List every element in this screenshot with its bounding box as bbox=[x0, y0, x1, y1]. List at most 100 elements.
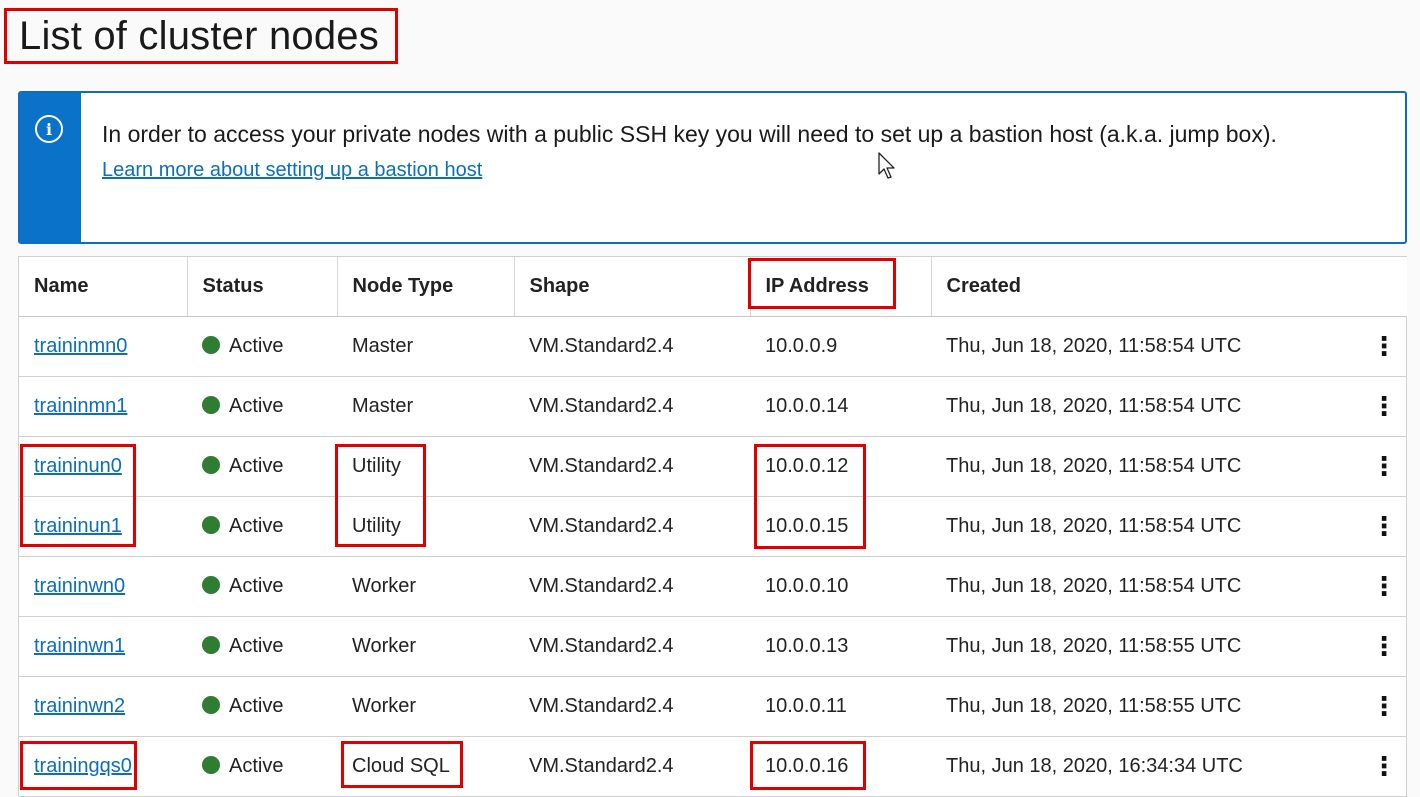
info-icon: i bbox=[35, 115, 63, 143]
cell-name: traininwn2 bbox=[19, 676, 187, 737]
kebab-menu-icon[interactable]: ⋮ bbox=[1371, 691, 1397, 721]
cell-ip-address: 10.0.0.13 bbox=[750, 616, 931, 677]
status-label: Active bbox=[229, 635, 284, 657]
cell-shape: VM.Standard2.4 bbox=[514, 616, 750, 677]
cell-shape: VM.Standard2.4 bbox=[514, 676, 750, 737]
row-actions-cell: ⋮ bbox=[1361, 316, 1408, 377]
kebab-menu-icon[interactable]: ⋮ bbox=[1371, 751, 1397, 781]
cell-created: Thu, Jun 18, 2020, 11:58:54 UTC bbox=[931, 496, 1361, 557]
column-header-ip-address[interactable]: IP Address bbox=[750, 257, 932, 317]
status-label: Active bbox=[229, 695, 284, 717]
node-name-link[interactable]: traininun0 bbox=[34, 455, 122, 477]
table-row: traininmn0 Active Master VM.Standard2.4 10.0… bbox=[19, 316, 1408, 377]
status-label: Active bbox=[229, 575, 284, 597]
cell-node-type: Worker bbox=[337, 556, 514, 617]
table-row: traininwn2 Active Worker VM.Standard2.4 10.0… bbox=[19, 676, 1408, 737]
table-row: trainingqs0 Active Cloud SQL VM.Standard2.4… bbox=[19, 736, 1408, 797]
table-row: traininwn1 Active Worker VM.Standard2.4 10.0… bbox=[19, 616, 1408, 677]
cell-node-type: Worker bbox=[337, 616, 514, 677]
status-label: Active bbox=[229, 755, 284, 777]
row-actions-cell: ⋮ bbox=[1361, 436, 1408, 497]
notice-body: In order to access your private nodes wi… bbox=[81, 93, 1405, 242]
column-header-shape[interactable]: Shape bbox=[514, 257, 751, 317]
mouse-cursor-icon bbox=[878, 152, 895, 179]
row-actions-cell: ⋮ bbox=[1361, 376, 1408, 437]
cell-shape: VM.Standard2.4 bbox=[514, 556, 750, 617]
kebab-menu-icon[interactable]: ⋮ bbox=[1371, 511, 1397, 541]
row-actions-cell: ⋮ bbox=[1361, 736, 1408, 797]
cell-name: traininmn1 bbox=[19, 376, 187, 437]
cell-status: Active bbox=[187, 616, 337, 677]
cell-created: Thu, Jun 18, 2020, 11:58:55 UTC bbox=[931, 676, 1361, 737]
cell-shape: VM.Standard2.4 bbox=[514, 436, 750, 497]
status-label: Active bbox=[229, 395, 284, 417]
cell-name: traininun0 bbox=[19, 436, 187, 497]
node-name-link[interactable]: traininwn2 bbox=[34, 695, 125, 717]
table-header-row: Name Status Node Type Shape IP Address C… bbox=[19, 257, 1408, 317]
row-actions-cell: ⋮ bbox=[1361, 616, 1408, 677]
status-label: Active bbox=[229, 515, 284, 537]
kebab-menu-icon[interactable]: ⋮ bbox=[1371, 571, 1397, 601]
cell-status: Active bbox=[187, 316, 337, 377]
status-label: Active bbox=[229, 335, 284, 357]
status-dot-icon bbox=[202, 336, 220, 354]
cell-created: Thu, Jun 18, 2020, 11:58:54 UTC bbox=[931, 556, 1361, 617]
cell-created: Thu, Jun 18, 2020, 11:58:54 UTC bbox=[931, 316, 1361, 377]
cell-ip-address: 10.0.0.14 bbox=[750, 376, 931, 437]
cell-ip-address: 10.0.0.11 bbox=[750, 676, 931, 737]
cell-name: traininun1 bbox=[19, 496, 187, 557]
node-name-link[interactable]: traininun1 bbox=[34, 515, 122, 537]
node-name-link[interactable]: trainingqs0 bbox=[34, 755, 132, 777]
status-dot-icon bbox=[202, 696, 220, 714]
column-header-status[interactable]: Status bbox=[187, 257, 338, 317]
cell-ip-address: 10.0.0.15 bbox=[750, 496, 931, 557]
status-dot-icon bbox=[202, 396, 220, 414]
bastion-notice: i In order to access your private nodes … bbox=[18, 91, 1407, 244]
notice-text: In order to access your private nodes wi… bbox=[102, 121, 1277, 147]
cell-ip-address: 10.0.0.12 bbox=[750, 436, 931, 497]
row-actions-cell: ⋮ bbox=[1361, 496, 1408, 557]
cell-node-type: Master bbox=[337, 316, 514, 377]
page-title-highlight: List of cluster nodes bbox=[4, 8, 398, 64]
kebab-menu-icon[interactable]: ⋮ bbox=[1371, 391, 1397, 421]
kebab-menu-icon[interactable]: ⋮ bbox=[1371, 631, 1397, 661]
node-name-link[interactable]: traininwn1 bbox=[34, 635, 125, 657]
row-actions-cell: ⋮ bbox=[1361, 676, 1408, 737]
cell-node-type: Master bbox=[337, 376, 514, 437]
status-dot-icon bbox=[202, 456, 220, 474]
row-actions-cell: ⋮ bbox=[1361, 556, 1408, 617]
cell-created: Thu, Jun 18, 2020, 11:58:54 UTC bbox=[931, 376, 1361, 437]
node-name-link[interactable]: traininmn0 bbox=[34, 335, 127, 357]
table-row: traininun1 Active Utility VM.Standard2.4 10.… bbox=[19, 496, 1408, 557]
bastion-help-link[interactable]: Learn more about setting up a bastion ho… bbox=[102, 159, 482, 182]
status-dot-icon bbox=[202, 576, 220, 594]
node-name-link[interactable]: traininmn1 bbox=[34, 395, 127, 417]
column-header-created[interactable]: Created bbox=[931, 257, 1408, 317]
cell-shape: VM.Standard2.4 bbox=[514, 736, 750, 797]
column-header-node-type[interactable]: Node Type bbox=[337, 257, 515, 317]
cell-ip-address: 10.0.0.16 bbox=[750, 736, 931, 797]
cell-created: Thu, Jun 18, 2020, 11:58:54 UTC bbox=[931, 436, 1361, 497]
cell-ip-address: 10.0.0.9 bbox=[750, 316, 931, 377]
cell-status: Active bbox=[187, 676, 337, 737]
column-header-name[interactable]: Name bbox=[19, 257, 188, 317]
cell-name: traininmn0 bbox=[19, 316, 187, 377]
cell-status: Active bbox=[187, 736, 337, 797]
cell-node-type: Cloud SQL bbox=[337, 736, 514, 797]
cell-status: Active bbox=[187, 376, 337, 437]
status-label: Active bbox=[229, 455, 284, 477]
node-name-link[interactable]: traininwn0 bbox=[34, 575, 125, 597]
cell-shape: VM.Standard2.4 bbox=[514, 376, 750, 437]
table-row: traininun0 Active Utility VM.Standard2.4 10.… bbox=[19, 436, 1408, 497]
cell-name: trainingqs0 bbox=[19, 736, 187, 797]
cell-name: traininwn1 bbox=[19, 616, 187, 677]
notice-accent-bar: i bbox=[20, 93, 81, 242]
cell-node-type: Utility bbox=[337, 496, 514, 557]
cell-created: Thu, Jun 18, 2020, 16:34:34 UTC bbox=[931, 736, 1361, 797]
kebab-menu-icon[interactable]: ⋮ bbox=[1371, 331, 1397, 361]
cell-name: traininwn0 bbox=[19, 556, 187, 617]
cell-shape: VM.Standard2.4 bbox=[514, 496, 750, 557]
cell-node-type: Utility bbox=[337, 436, 514, 497]
kebab-menu-icon[interactable]: ⋮ bbox=[1371, 451, 1397, 481]
status-dot-icon bbox=[202, 516, 220, 534]
